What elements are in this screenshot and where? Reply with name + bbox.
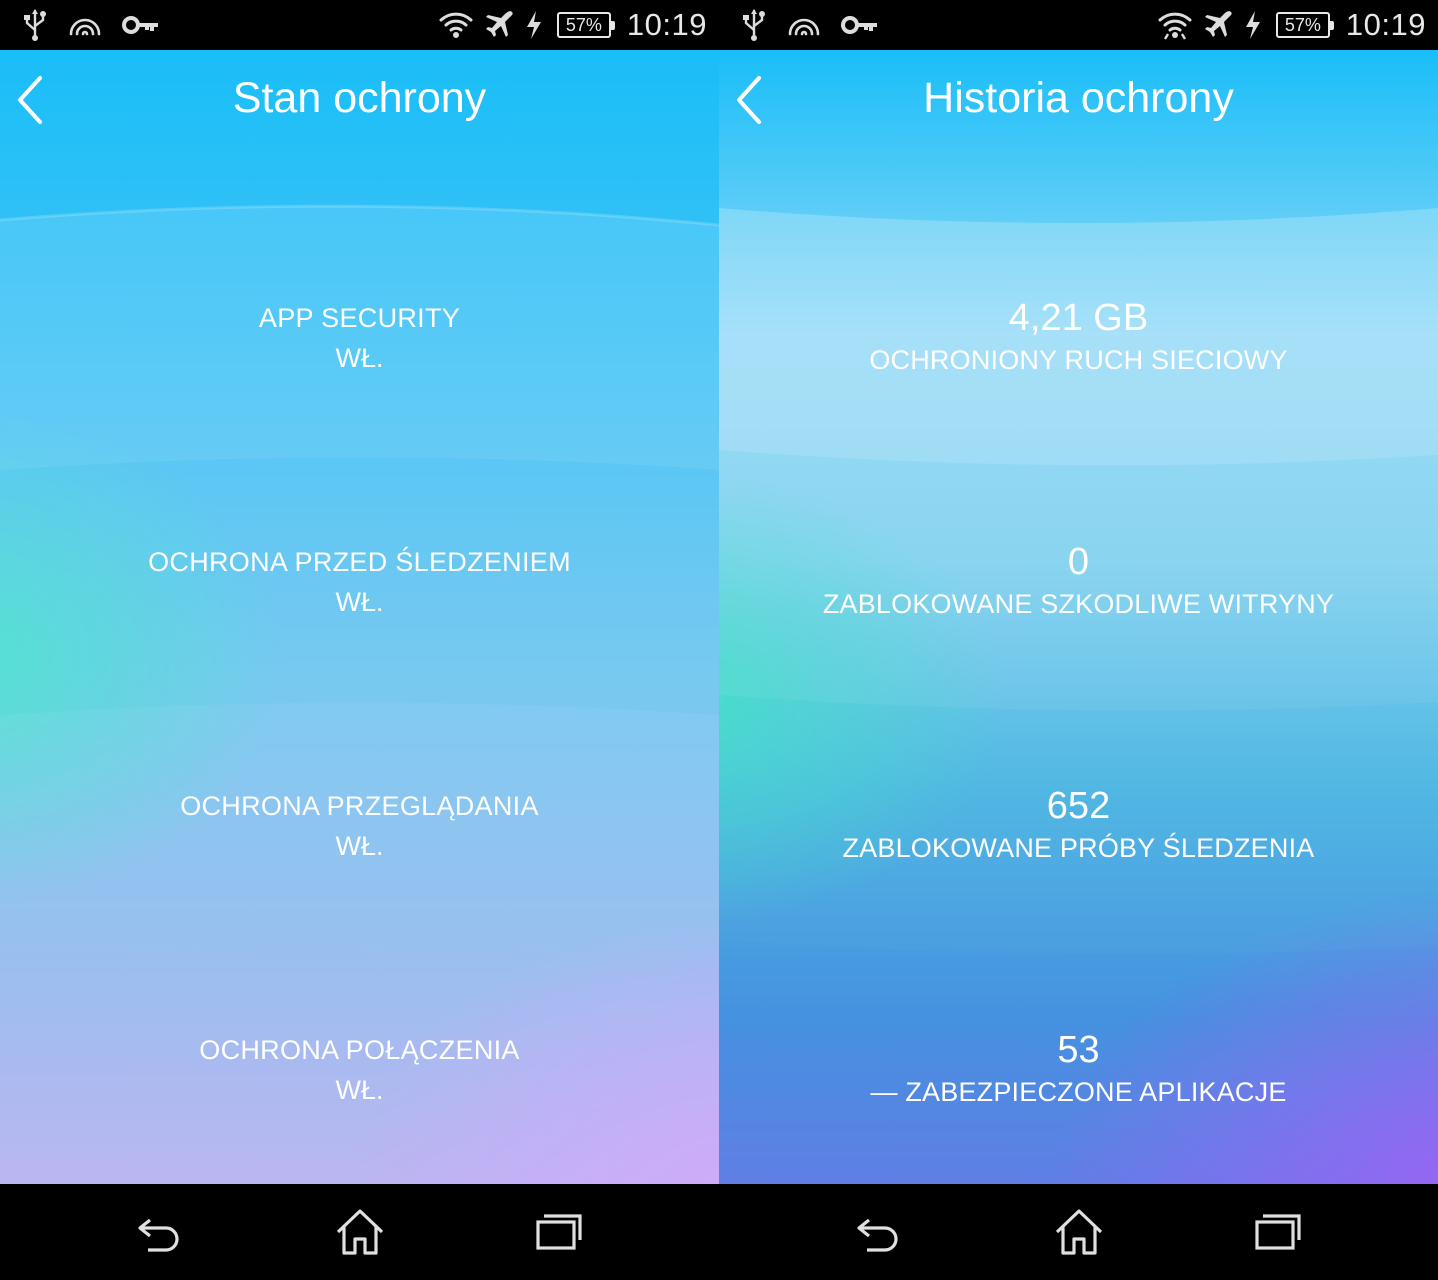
status-item-value: WŁ.	[335, 1075, 384, 1105]
status-item-app-security[interactable]: APP SECURITY WŁ.	[0, 298, 719, 378]
status-item-tracking-protection[interactable]: OCHRONA PRZED ŚLEDZENIEM WŁ.	[0, 542, 719, 622]
stat-blocked-tracking-attempts: 652 ZABLOKOWANE PRÓBY ŚLEDZENIA	[719, 784, 1438, 868]
app-content: Stan ochrony APP SECURITY WŁ. OCHRONA PR…	[0, 50, 719, 1184]
nav-back-button[interactable]	[853, 1206, 905, 1258]
status-item-label: OCHRONA PRZEGLĄDANIA	[180, 791, 539, 821]
vpn-key-icon	[841, 15, 879, 35]
stat-value: 652	[1046, 785, 1111, 827]
navigation-bar	[719, 1184, 1438, 1280]
nav-recent-apps-button[interactable]	[1253, 1206, 1305, 1258]
top-app-bar: Stan ochrony	[0, 50, 719, 150]
clock: 10:19	[626, 7, 707, 42]
stat-protected-traffic: 4,21 GB OCHRONIONY RUCH SIECIOWY	[719, 296, 1438, 380]
back-icon	[138, 1218, 179, 1252]
battery-level: 57%	[1284, 14, 1321, 35]
status-item-browsing-protection[interactable]: OCHRONA PRZEGLĄDANIA WŁ.	[0, 786, 719, 866]
stat-value: 53	[1057, 1029, 1100, 1071]
wifi-icon	[439, 10, 473, 40]
nav-home-button[interactable]	[1053, 1206, 1105, 1258]
status-item-value: WŁ.	[335, 831, 384, 861]
protection-status-screen: 57% 10:19 Stan ochrony APP SECURITY WŁ. …	[0, 0, 719, 1280]
airplane-icon	[1202, 9, 1234, 41]
back-icon	[857, 1218, 898, 1252]
usb-icon	[741, 8, 767, 42]
battery-icon: 57%	[1275, 12, 1334, 38]
usb-icon	[22, 8, 48, 42]
home-icon	[336, 1209, 384, 1255]
stat-value: 0	[1067, 541, 1090, 583]
top-app-bar: Historia ochrony	[719, 50, 1438, 150]
stat-secured-apps: 53 — ZABEZPIECZONE APLIKACJE	[719, 1028, 1438, 1112]
stat-caption: OCHRONIONY RUCH SIECIOWY	[869, 345, 1288, 375]
page-title: Historia ochrony	[923, 74, 1234, 122]
status-item-value: WŁ.	[335, 587, 384, 617]
airplane-icon	[483, 9, 515, 41]
recent-apps-icon	[536, 1214, 582, 1250]
page-title: Stan ochrony	[232, 74, 487, 122]
nav-home-button[interactable]	[334, 1206, 386, 1258]
app-content: Historia ochrony 4,21 GB OCHRONIONY RUCH…	[719, 50, 1438, 1184]
charging-icon	[1244, 10, 1262, 40]
stat-caption: ZABLOKOWANE PRÓBY ŚLEDZENIA	[842, 833, 1315, 863]
clock: 10:19	[1345, 7, 1426, 42]
status-item-value: WŁ.	[335, 343, 384, 373]
nav-recent-apps-button[interactable]	[534, 1206, 586, 1258]
recent-apps-icon	[1255, 1214, 1301, 1250]
stat-caption: ZABLOKOWANE SZKODLIWE WITRYNY	[822, 589, 1335, 619]
stat-value: 4,21 GB	[1008, 297, 1149, 339]
home-icon	[1055, 1209, 1103, 1255]
status-bar: 57% 10:19	[719, 0, 1438, 50]
battery-icon: 57%	[556, 12, 615, 38]
stat-blocked-malicious-sites: 0 ZABLOKOWANE SZKODLIWE WITRYNY	[719, 540, 1438, 624]
protection-history-screen: 57% 10:19 Historia ochrony 4,21 GB OCHRO…	[719, 0, 1438, 1280]
status-item-label: APP SECURITY	[258, 303, 461, 333]
battery-level: 57%	[565, 14, 602, 35]
nav-back-button[interactable]	[134, 1206, 186, 1258]
stat-caption: — ZABEZPIECZONE APLIKACJE	[870, 1077, 1287, 1107]
charging-icon	[525, 10, 543, 40]
navigation-bar	[0, 1184, 719, 1280]
wifi-icon	[1158, 10, 1192, 40]
status-item-connection-protection[interactable]: OCHRONA POŁĄCZENIA WŁ.	[0, 1030, 719, 1110]
status-bar: 57% 10:19	[0, 0, 719, 50]
status-item-label: OCHRONA POŁĄCZENIA	[199, 1035, 520, 1065]
nfc-icon	[787, 14, 821, 36]
vpn-key-icon	[122, 15, 160, 35]
nfc-icon	[68, 14, 102, 36]
status-item-label: OCHRONA PRZED ŚLEDZENIEM	[148, 547, 571, 577]
